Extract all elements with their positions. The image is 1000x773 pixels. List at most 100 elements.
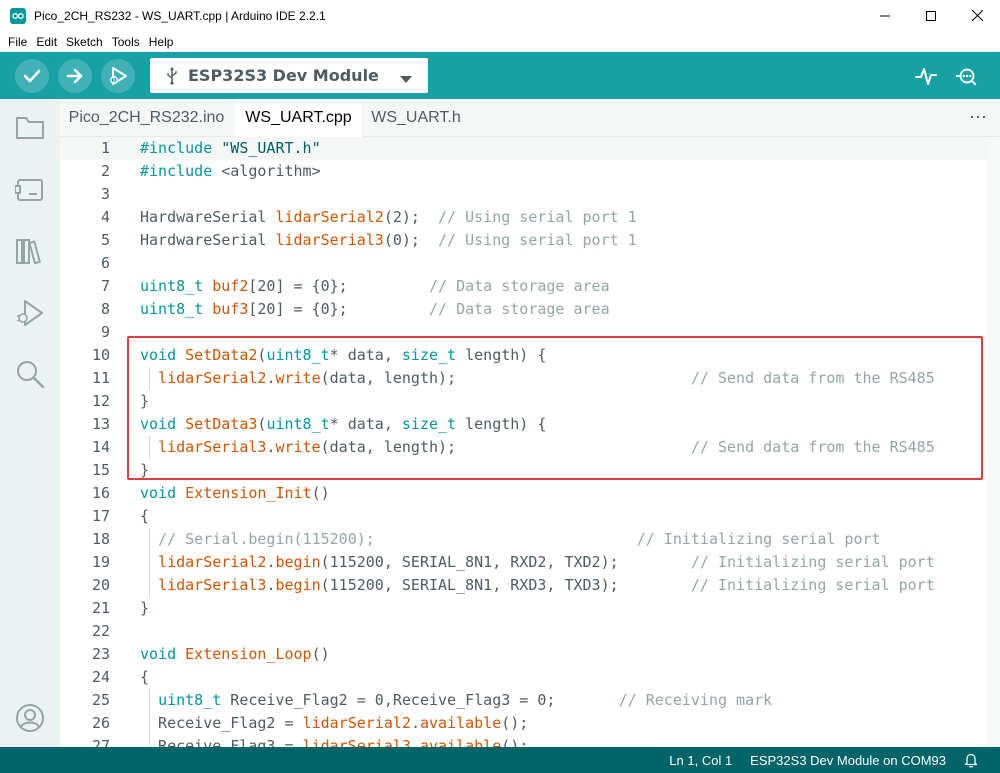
menu-tools[interactable]: Tools — [112, 35, 140, 49]
serial-monitor-button[interactable] — [955, 64, 979, 88]
code-token: (115200, SERIAL_8N1, RXD3, TXD3); — [320, 576, 691, 594]
close-button[interactable] — [954, 0, 1000, 31]
line-code: lidarSerial3.begin(115200, SERIAL_8N1, R… — [140, 574, 935, 597]
line-number: 26 — [91, 714, 110, 732]
upload-button[interactable] — [58, 59, 92, 93]
code-token: } — [140, 599, 150, 617]
library-manager-button[interactable] — [14, 235, 46, 267]
verify-button[interactable] — [15, 59, 49, 93]
board-selector[interactable]: ESP32S3 Dev Module — [150, 58, 428, 93]
code-line[interactable]: 19 lidarSerial2.begin(115200, SERIAL_8N1… — [60, 551, 986, 574]
debug-button[interactable] — [101, 59, 135, 93]
code-token: // Receiving mark — [618, 691, 773, 709]
tab-pico-2ch-rs232-ino[interactable]: Pico_2CH_RS232.ino — [60, 99, 233, 137]
menu-file[interactable]: File — [8, 35, 27, 49]
boards-manager-button[interactable] — [14, 174, 46, 206]
code-line[interactable]: 18 // Serial.begin(115200); // Initializ… — [60, 528, 986, 551]
line-number: 25 — [91, 691, 110, 709]
code-token: HardwareSerial — [140, 208, 276, 226]
code-token: () — [311, 645, 330, 663]
code-token: { — [140, 507, 150, 525]
code-line[interactable]: 17 { — [60, 505, 986, 528]
code-line[interactable]: 24 { — [60, 666, 986, 689]
code-token: . — [410, 714, 420, 732]
code-token: lidarSerial3 — [302, 737, 411, 747]
code-token: uint8_t — [140, 277, 204, 295]
menu-bar: File Edit Sketch Tools Help — [0, 31, 1000, 52]
code-line[interactable]: 21} — [60, 597, 986, 620]
line-number: 21 — [91, 599, 110, 617]
line-number: 27 — [91, 737, 110, 747]
cursor-position[interactable]: Ln 1, Col 1 — [669, 753, 732, 768]
code-line[interactable]: 16 void Extension_Init() — [60, 482, 986, 505]
sketchbook-button[interactable] — [14, 111, 46, 143]
tab-ws-uart-h[interactable]: WS_UART.h — [363, 99, 469, 137]
profile-button[interactable] — [14, 702, 46, 734]
code-line[interactable]: 5 HardwareSerial lidarSerial3(0); // Usin… — [60, 229, 986, 252]
serial-monitor-icon — [955, 68, 977, 86]
code-line[interactable]: 7 uint8_t buf2[20] = {0}; // Data storage… — [60, 275, 986, 298]
code-line[interactable]: 8 uint8_t buf3[20] = {0}; // Data storage… — [60, 298, 986, 321]
code-token: (115200, SERIAL_8N1, RXD2, TXD2); — [320, 553, 691, 571]
more-tabs-icon[interactable]: ⋯ — [969, 107, 988, 128]
code-token: begin — [275, 553, 321, 571]
menu-help[interactable]: Help — [149, 35, 174, 49]
folder-icon — [16, 117, 44, 139]
code-token: // Using serial port 1 — [438, 208, 637, 226]
code-token: [20] = {0}; — [248, 277, 429, 295]
code-token: buf2 — [212, 277, 249, 295]
code-line[interactable]: 25 uint8_t Receive_Flag2 = 0,Receive_Fla… — [60, 689, 986, 712]
code-token: // Initializing serial port — [690, 553, 935, 571]
code-token: lidarSerial2 — [158, 553, 267, 571]
editor-tabs: Pico_2CH_RS232.ino WS_UART.cpp WS_UART.h… — [60, 99, 1000, 137]
code-token: void — [140, 645, 177, 663]
checkmark-icon — [23, 69, 41, 83]
debugger-button[interactable] — [14, 297, 46, 329]
minimize-button[interactable] — [862, 0, 908, 31]
board-name: ESP32S3 Dev Module — [188, 66, 379, 85]
serial-plotter-button[interactable] — [914, 64, 938, 88]
code-line[interactable]: 3 — [60, 183, 986, 206]
code-line[interactable]: 6 — [60, 252, 986, 275]
maximize-button[interactable] — [908, 0, 954, 31]
status-bar: Ln 1, Col 1 ESP32S3 Dev Module on COM93 — [0, 747, 1000, 773]
code-token: (); — [501, 714, 529, 732]
line-code: #include "WS_UART.h" — [140, 137, 321, 160]
code-token: { — [140, 668, 150, 686]
code-line[interactable]: 27 Receive_Flag3 = lidarSerial3.availabl… — [60, 735, 986, 747]
board-port-status[interactable]: ESP32S3 Dev Module on COM93 — [750, 753, 946, 768]
code-line[interactable]: 1 #include "WS_UART.h" — [60, 137, 986, 160]
vertical-scrollbar[interactable] — [986, 137, 1000, 747]
line-number: 18 — [91, 530, 110, 548]
line-number: 19 — [91, 553, 110, 571]
line-number: 4 — [100, 208, 110, 226]
line-number: 3 — [100, 185, 110, 203]
line-number: 24 — [91, 668, 110, 686]
line-code: #include <algorithm> — [140, 160, 321, 183]
line-number: 11 — [91, 369, 110, 387]
search-button[interactable] — [14, 358, 46, 390]
code-line[interactable]: 2 #include <algorithm> — [60, 160, 986, 183]
line-number: 6 — [100, 254, 110, 272]
line-number: 8 — [100, 300, 110, 318]
menu-edit[interactable]: Edit — [36, 35, 57, 49]
tab-ws-uart-cpp[interactable]: WS_UART.cpp — [235, 99, 362, 137]
tab-label: WS_UART.h — [371, 109, 461, 126]
code-line[interactable]: 20 lidarSerial3.begin(115200, SERIAL_8N1… — [60, 574, 986, 597]
code-line[interactable]: 26 Receive_Flag2 = lidarSerial2.availabl… — [60, 712, 986, 735]
code-token: (); — [501, 737, 529, 747]
maximize-icon — [926, 10, 936, 21]
code-line[interactable]: 23 void Extension_Loop() — [60, 643, 986, 666]
menu-sketch[interactable]: Sketch — [66, 35, 103, 49]
code-line[interactable]: 22 — [60, 620, 986, 643]
line-code: Receive_Flag2 = lidarSerial2.available()… — [140, 712, 528, 735]
code-token: (0); — [383, 231, 439, 249]
code-token: [20] = {0}; — [248, 300, 429, 318]
code-token: available — [419, 737, 502, 747]
code-line[interactable]: 4 HardwareSerial lidarSerial2(2); // Usin… — [60, 206, 986, 229]
code-token: #include — [140, 162, 222, 180]
notifications-bell-icon[interactable] — [964, 752, 978, 768]
line-number: 9 — [100, 323, 110, 341]
